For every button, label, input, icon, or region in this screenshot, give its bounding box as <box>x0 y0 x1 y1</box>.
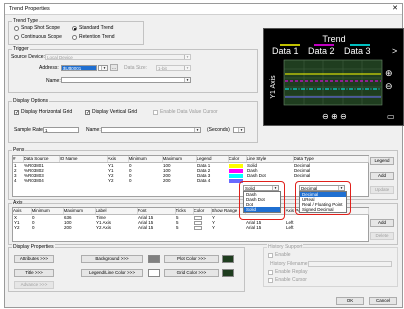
axis-label: Axis <box>12 200 24 206</box>
trigger-group: Trigger Source Device: Local Device ▾ Add… <box>8 46 258 93</box>
legend-line-color-swatch[interactable] <box>148 269 160 277</box>
display-properties-label: Display Properties <box>12 244 55 250</box>
zoom-in-icon[interactable]: ⊕ <box>385 69 393 79</box>
trend-properties-dialog: Trend Properties ✕ Trend Type Snap Shot … <box>4 3 404 308</box>
name-label: Name: <box>86 127 101 133</box>
zoom-out-icon[interactable]: ⊖ <box>385 82 393 92</box>
source-device-select[interactable]: Local Device ▾ <box>45 54 191 60</box>
chevron-down-icon: ▾ <box>101 66 107 70</box>
zoom-out-x-icon[interactable]: ⊖ <box>322 112 329 121</box>
highlight-box <box>295 181 351 215</box>
zoom-in-x-icon[interactable]: ⊕ <box>331 112 338 121</box>
update-pen-button[interactable]: Update <box>370 186 394 194</box>
trend-preview-graphic: Trend Data 1 Data 2 Data 3 > Y1 Axis ⊕ ⊖… <box>270 34 397 121</box>
sample-rate-label: Sample Rate: <box>14 127 45 133</box>
checkbox-label: Display Vertical Grid <box>92 109 138 115</box>
trigger-name-select[interactable]: ▾ <box>61 77 191 83</box>
legend-label-2: Data 2 <box>308 46 335 56</box>
pens-label: Pens <box>12 147 26 153</box>
address-label: Address: <box>39 65 59 71</box>
history-support-label: History Support <box>267 244 304 250</box>
background-button[interactable]: Background >>> <box>81 255 143 263</box>
legend-label-3: Data 3 <box>344 46 371 56</box>
add-pen-button[interactable]: Add <box>370 172 394 180</box>
sample-unit-select[interactable]: ▾ <box>233 127 245 133</box>
trend-type-label: Trend Type <box>12 18 40 24</box>
plot-color-swatch[interactable] <box>222 255 234 263</box>
display-properties-group: Display Properties Attributes >>> Backgr… <box>8 244 245 292</box>
preview-title: Trend <box>322 34 345 44</box>
radio-label: Standard Trend <box>79 25 114 31</box>
legend-line-color-button[interactable]: Legend/Line Color >>> <box>81 269 143 277</box>
grid-color-button[interactable]: Grid Color >>> <box>164 269 219 277</box>
checkbox-label: Enable <box>275 252 291 258</box>
radio-label: Continuous Scope <box>21 34 62 40</box>
data-size-select[interactable]: 1-bit ▾ <box>156 65 191 71</box>
sample-rate-input[interactable]: 1 <box>43 127 79 133</box>
display-options-group: Display Options ✓ Display Horizontal Gri… <box>8 98 258 143</box>
delete-axis-button[interactable]: Delete <box>370 232 394 240</box>
radio-continuous-scope[interactable] <box>14 35 19 40</box>
window-title: Trend Properties <box>9 6 50 12</box>
background-color-swatch[interactable] <box>148 255 160 263</box>
radio-snap-shot-scope[interactable] <box>14 26 19 31</box>
address-input[interactable]: $U$0001 <box>61 65 97 71</box>
chevron-down-icon: ▾ <box>184 66 190 70</box>
title-bar: Trend Properties ✕ <box>5 4 402 15</box>
horizontal-grid-checkbox[interactable]: ✓ <box>14 110 19 116</box>
name-label: Name: <box>46 78 61 84</box>
legend-label-1: Data 1 <box>272 46 299 56</box>
advance-button[interactable]: Advance >>> <box>14 281 54 289</box>
enable-cursor-checkbox[interactable] <box>268 278 273 283</box>
chevron-down-icon: ▾ <box>238 128 244 132</box>
checkbox-label: Display Horizontal Grid <box>21 109 73 115</box>
vertical-grid-checkbox[interactable]: ✓ <box>85 110 90 116</box>
ok-button[interactable]: OK <box>336 297 364 305</box>
highlight-box <box>239 181 285 220</box>
title-button[interactable]: Title >>> <box>14 269 54 277</box>
history-support-group: History Support Enable History Filename:… <box>263 244 398 287</box>
browse-button[interactable]: ... <box>110 64 118 71</box>
display-options-label: Display Options <box>12 98 50 104</box>
radio-retention-trend[interactable] <box>72 35 77 40</box>
enable-replay-checkbox[interactable] <box>268 270 273 275</box>
source-device-label: Source Device: <box>11 54 45 60</box>
plot-color-button[interactable]: Plot Color >>> <box>164 255 219 263</box>
chevron-down-icon: ▾ <box>184 78 190 82</box>
axis-color-swatch <box>194 225 202 230</box>
checkbox-label: Enable Data Value Cursor <box>160 109 218 115</box>
chevron-down-icon: ▾ <box>194 128 200 132</box>
history-filename-label: History Filename: <box>270 261 309 267</box>
data-size-label: Data Size: <box>124 65 148 71</box>
history-enable-checkbox[interactable] <box>268 253 273 258</box>
trigger-label: Trigger <box>12 46 30 52</box>
grid-color-swatch[interactable] <box>222 269 234 277</box>
value-cursor-checkbox[interactable] <box>153 110 158 115</box>
plot-area <box>283 59 383 106</box>
add-axis-button[interactable]: Add <box>370 219 394 227</box>
toggle-display-icon[interactable]: ▭ <box>387 112 395 121</box>
cancel-button[interactable]: Cancel <box>369 297 397 305</box>
trend-preview: Trend Data 1 Data 2 Data 3 > Y1 Axis ⊕ ⊖… <box>263 28 404 126</box>
trend-type-group: Trend Type Snap Shot Scope Standard Tren… <box>8 18 144 45</box>
attributes-button[interactable]: Attributes >>> <box>14 255 54 263</box>
legend-button[interactable]: Legend <box>370 157 394 165</box>
radio-standard-trend[interactable] <box>72 26 77 31</box>
y-axis-label: Y1 Axis <box>270 75 277 99</box>
sample-unit-label: (Seconds) <box>207 127 230 133</box>
close-icon[interactable]: ✕ <box>392 5 398 13</box>
radio-label: Snap Shot Scope <box>21 25 60 31</box>
legend-next-icon[interactable]: > <box>392 46 397 56</box>
radio-label: Retention Trend <box>79 34 115 40</box>
chevron-down-icon: ▾ <box>184 55 190 59</box>
checkbox-label: Enable Cursor <box>275 277 307 283</box>
history-filename-input[interactable] <box>308 261 392 267</box>
address-dropdown[interactable]: ▾ <box>98 65 108 71</box>
sample-name-select[interactable]: ▾ <box>101 127 201 133</box>
zoom-reset-icon[interactable]: ⊖ <box>340 112 347 121</box>
checkbox-label: Enable Replay <box>275 269 308 275</box>
table-row[interactable]: Y2 0 200 Y2 Axis Arial 15 5 Y Arial 15 Left <box>13 225 368 230</box>
